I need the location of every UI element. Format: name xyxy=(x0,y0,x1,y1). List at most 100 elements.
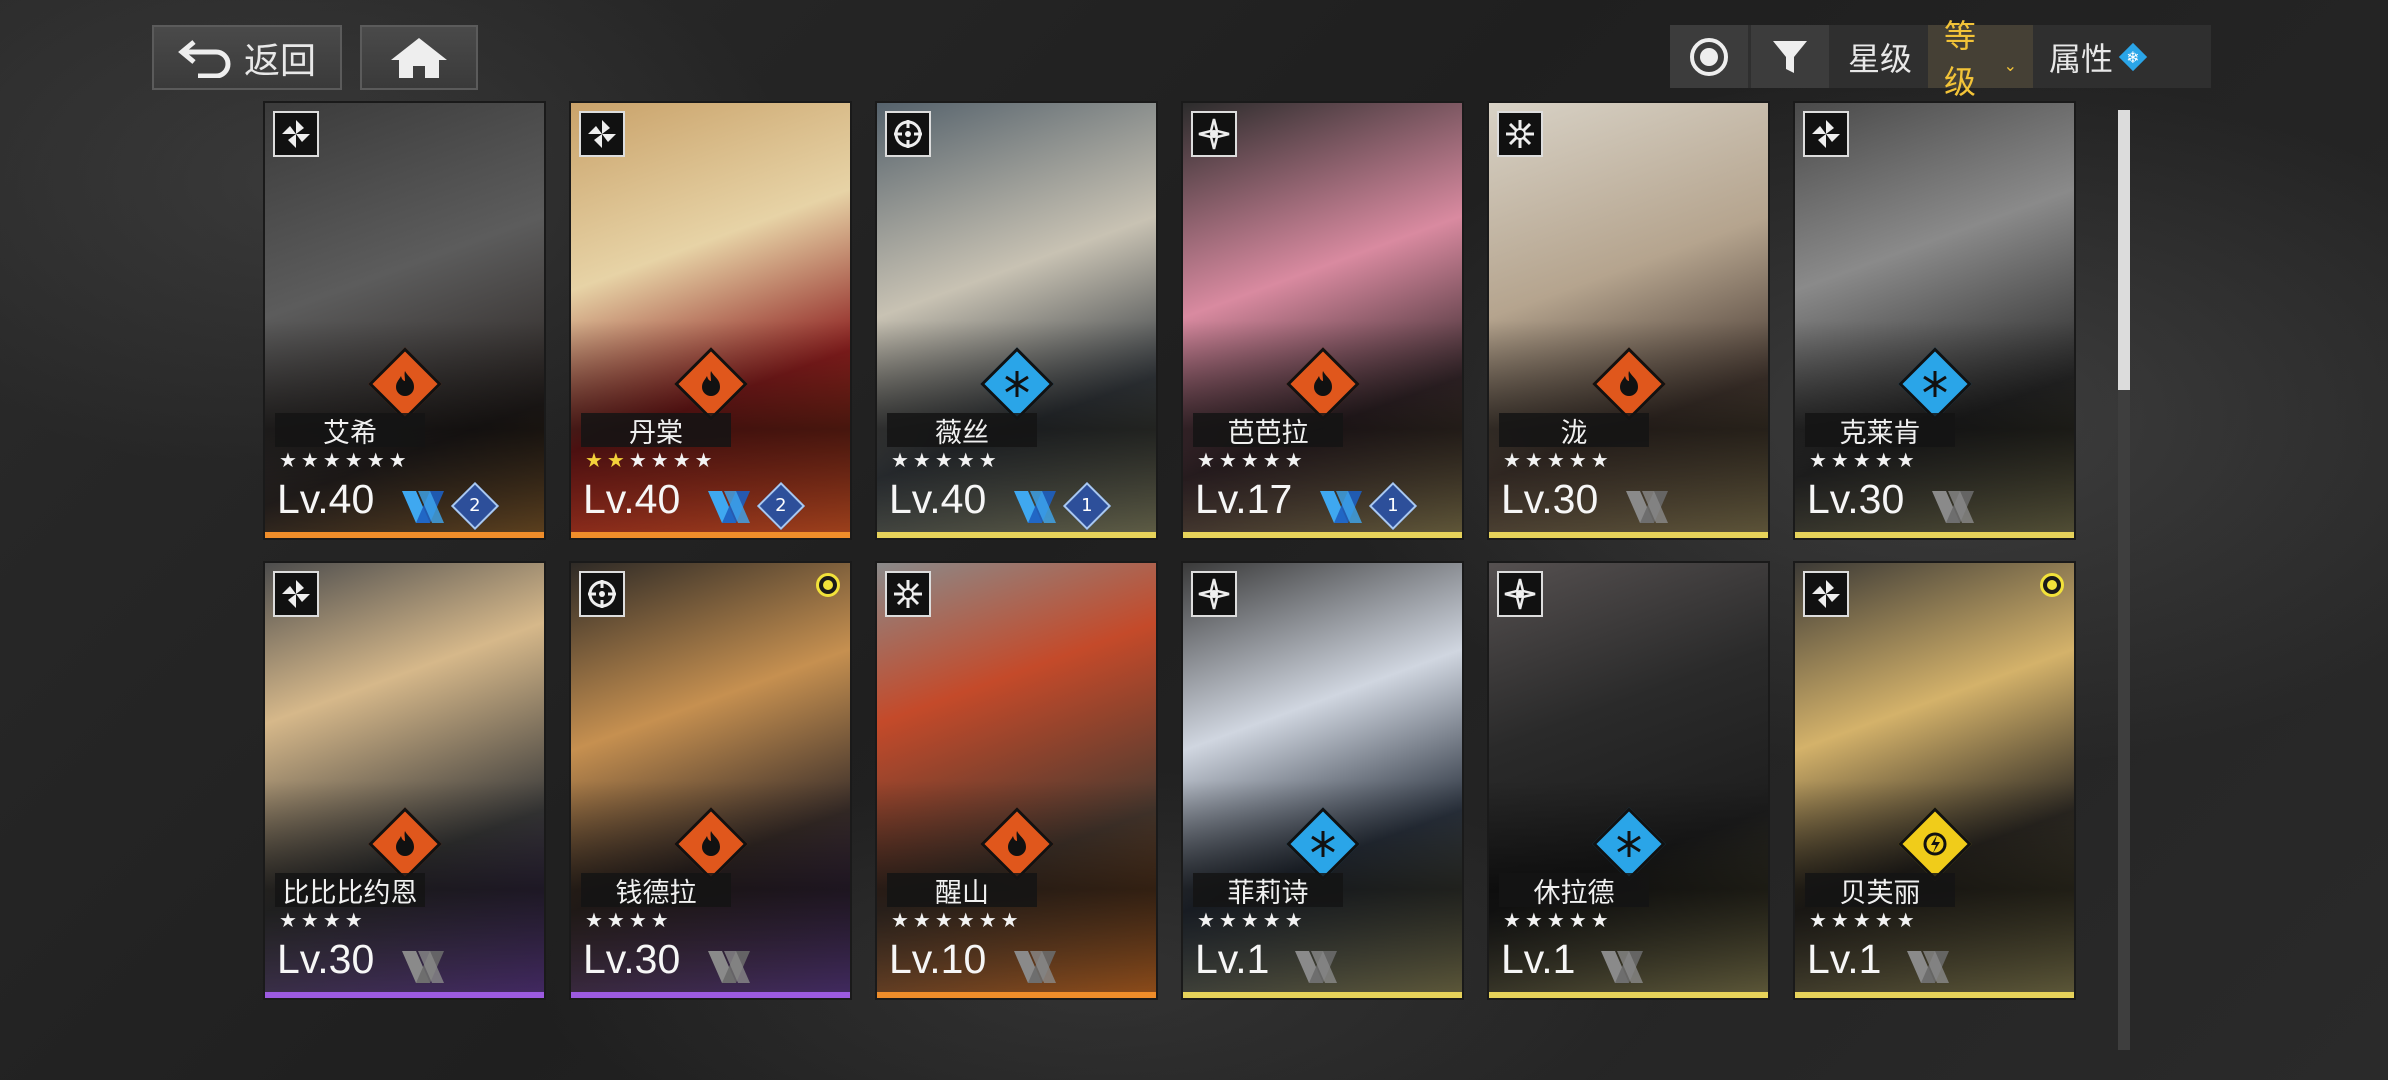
base-stars: ★★★★★ xyxy=(1197,908,1307,932)
character-card[interactable]: 泷 ★★★★★ Lv.30 xyxy=(1489,103,1768,538)
character-level: Lv.1 xyxy=(1807,936,1882,982)
portrait-shade xyxy=(877,103,1156,538)
scrollbar[interactable] xyxy=(2118,110,2130,1050)
pinwheel-icon xyxy=(273,111,319,157)
star-rating: ★★★★★ xyxy=(1503,448,1613,472)
home-button[interactable] xyxy=(360,25,478,90)
home-icon xyxy=(389,36,449,80)
character-level: Lv.17 xyxy=(1195,476,1293,522)
pinwheel-icon xyxy=(579,111,625,157)
portrait-shade xyxy=(265,563,544,998)
weapon-tier-icon xyxy=(1599,947,1695,987)
snowburst-icon xyxy=(885,571,931,617)
character-name: 克莱肯 xyxy=(1805,413,1955,449)
portrait-shade xyxy=(1183,103,1462,538)
character-card[interactable]: 克莱肯 ★★★★★ Lv.30 xyxy=(1795,103,2074,538)
crosshair-icon xyxy=(885,111,931,157)
star-rating: ★★★★ xyxy=(279,908,367,932)
weapon-tier-icon: 2 xyxy=(400,481,500,531)
rarity-bar xyxy=(265,992,544,998)
character-card[interactable]: 艾希 ★★★★★★ Lv.40 2 xyxy=(265,103,544,538)
rarity-bar xyxy=(1183,532,1462,538)
weapon-tier-icon: 1 xyxy=(1012,481,1112,531)
star-rating: ★★★★★ xyxy=(1809,448,1919,472)
back-button[interactable]: 返回 xyxy=(152,25,342,90)
weapon-tier-icon xyxy=(1624,487,1720,527)
sort-tab-level[interactable]: 等级 ⌄ xyxy=(1928,17,2034,101)
portrait-shade xyxy=(1795,103,2074,538)
sparkle-icon xyxy=(1497,571,1543,617)
character-name: 泷 xyxy=(1499,413,1649,449)
rarity-bar xyxy=(877,992,1156,998)
star-rating: ★★★★★ xyxy=(1809,908,1919,932)
star-rating: ★★★★★ xyxy=(1197,908,1307,932)
character-card[interactable]: 薇丝 ★★★★★ Lv.40 1 xyxy=(877,103,1156,538)
character-level: Lv.30 xyxy=(1501,476,1599,522)
star-rating: ★★★★★ xyxy=(891,448,1001,472)
sort-tab-attribute[interactable]: 属性 ❄ xyxy=(2033,25,2165,88)
weapon-tier-icon xyxy=(1930,487,2026,527)
character-level: Lv.1 xyxy=(1501,936,1576,982)
character-name: 休拉德 xyxy=(1499,873,1649,909)
star-rating: ★★★★★ xyxy=(1503,908,1613,932)
pinwheel-icon xyxy=(1803,571,1849,617)
character-name: 醒山 xyxy=(887,873,1037,909)
weapon-refine-number: 2 xyxy=(469,494,481,516)
sort-tab-star[interactable]: 星级 xyxy=(1832,25,1928,88)
character-name: 芭芭拉 xyxy=(1193,413,1343,449)
character-level: Lv.40 xyxy=(583,476,681,522)
portrait-shade xyxy=(571,103,850,538)
character-level: Lv.10 xyxy=(889,936,987,982)
portrait-shade xyxy=(1183,563,1462,998)
sort-filter-toolbar: 星级 等级 ⌄ 属性 ❄ xyxy=(1670,17,2211,101)
character-card[interactable]: 菲莉诗 ★★★★★ Lv.1 xyxy=(1183,563,1462,998)
crosshair-icon xyxy=(579,571,625,617)
character-card[interactable]: 芭芭拉 ★★★★★ Lv.17 1 xyxy=(1183,103,1462,538)
back-arrow-icon xyxy=(178,38,232,78)
character-card[interactable]: 贝芙丽 ★★★★★ Lv.1 xyxy=(1795,563,2074,998)
rarity-bar xyxy=(1795,992,2074,998)
weapon-tier-icon xyxy=(1012,947,1108,987)
character-card[interactable]: 丹棠 ★★★★★★ Lv.40 2 xyxy=(571,103,850,538)
rarity-bar xyxy=(1183,992,1462,998)
weapon-tier-icon xyxy=(1293,947,1389,987)
base-stars: ★★★★★★ xyxy=(891,908,1023,932)
sort-tab-attribute-label: 属性 xyxy=(2049,39,2114,78)
rarity-bar xyxy=(1489,532,1768,538)
base-stars: ★★★★★★ xyxy=(279,448,411,472)
character-name: 艾希 xyxy=(275,413,425,449)
base-stars: ★★★★ xyxy=(628,448,717,472)
weapon-tier-icon xyxy=(706,947,802,987)
weapon-tier-icon: 2 xyxy=(706,481,806,531)
view-toggle-button[interactable] xyxy=(1670,25,1748,88)
rarity-bar xyxy=(571,532,850,538)
character-card[interactable]: 钱德拉 ★★★★ Lv.30 xyxy=(571,563,850,998)
character-name: 钱德拉 xyxy=(581,873,731,909)
sparkle-icon xyxy=(1191,571,1237,617)
base-stars: ★★★★★ xyxy=(1197,448,1307,472)
scrollbar-thumb[interactable] xyxy=(2118,110,2130,390)
rarity-bar xyxy=(265,532,544,538)
character-level: Lv.40 xyxy=(277,476,375,522)
base-stars: ★★★★★ xyxy=(1809,448,1919,472)
base-stars: ★★★★★ xyxy=(1503,448,1613,472)
sparkle-icon xyxy=(1191,111,1237,157)
character-card[interactable]: 醒山 ★★★★★★ Lv.10 xyxy=(877,563,1156,998)
character-name: 菲莉诗 xyxy=(1193,873,1343,909)
rarity-bar xyxy=(571,992,850,998)
portrait-shade xyxy=(265,103,544,538)
character-card[interactable]: 休拉德 ★★★★★ Lv.1 xyxy=(1489,563,1768,998)
notification-dot-icon xyxy=(2040,573,2064,597)
star-rating: ★★★★★★ xyxy=(279,448,411,472)
weapon-tier-icon xyxy=(1905,947,2001,987)
character-name: 比比比约恩 xyxy=(275,873,425,909)
ice-element-icon: ❄ xyxy=(2117,41,2149,73)
character-grid: 艾希 ★★★★★★ Lv.40 2 丹棠 ★★★★★★ Lv.40 2 薇丝 ★★★★★ Lv.40… xyxy=(265,103,2074,998)
pinwheel-icon xyxy=(273,571,319,617)
sort-order-chevron-icon: ⌄ xyxy=(2003,56,2018,75)
snowburst-icon xyxy=(1497,111,1543,157)
character-card[interactable]: 比比比约恩 ★★★★ Lv.30 xyxy=(265,563,544,998)
filter-button[interactable] xyxy=(1751,25,1829,88)
character-level: Lv.1 xyxy=(1195,936,1270,982)
character-name: 薇丝 xyxy=(887,413,1037,449)
